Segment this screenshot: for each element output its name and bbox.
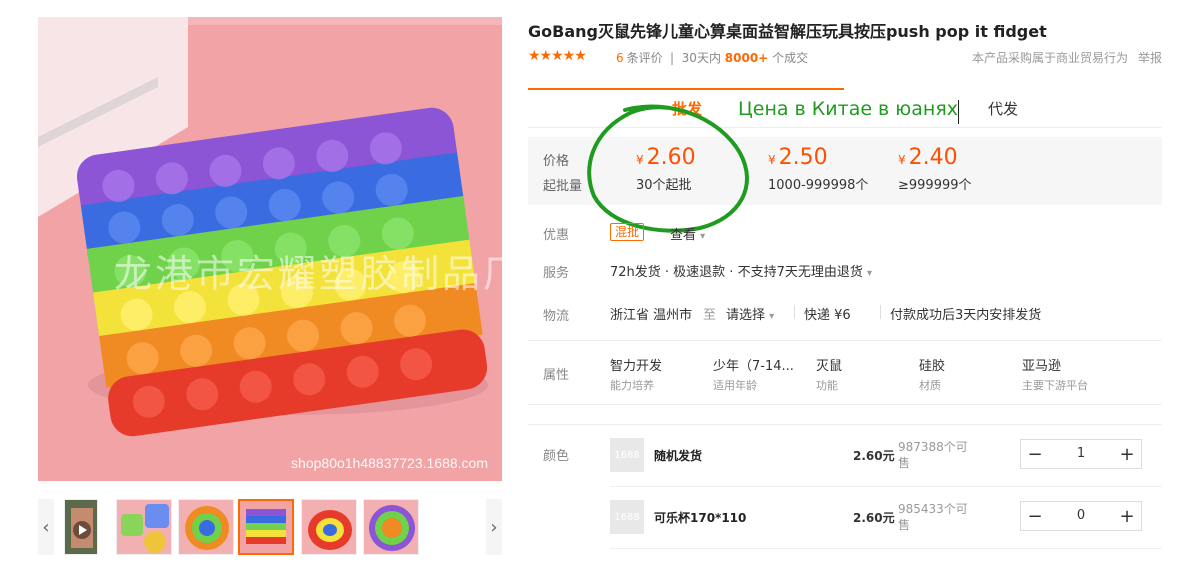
increase-button[interactable]: + xyxy=(1113,502,1141,530)
image-watermark: 龙港市宏耀塑胶制品厂 xyxy=(114,252,502,296)
shop-url-watermark: shop80o1h48837723.1688.com xyxy=(291,455,488,471)
ship-origin: 浙江省 温州市 xyxy=(610,308,693,323)
price-tier-2: ¥2.50 1000-999998个 xyxy=(768,145,869,193)
section-divider xyxy=(528,404,1162,405)
chevron-down-icon: ▾ xyxy=(769,311,775,322)
price-tier-3: ¥2.40 ≥999999个 xyxy=(898,145,972,193)
thumbnail-5[interactable] xyxy=(301,499,357,555)
mixed-batch-badge: 混批 xyxy=(610,223,645,241)
moq-label: 起批量 xyxy=(543,179,583,194)
attribute-item: 灭鼠 功能 xyxy=(816,359,843,392)
review-count[interactable]: 6 条评价 xyxy=(616,49,663,66)
price-label: 价格 xyxy=(543,154,570,169)
tier-price: 2.40 xyxy=(908,145,958,170)
sales-count: | 30天内 8000+ 个成交 xyxy=(670,51,809,65)
sku-stock: 987388个可售 xyxy=(898,440,968,470)
sku-name: 可乐杯170*110 xyxy=(654,511,747,525)
sku-divider xyxy=(610,548,1162,549)
divider xyxy=(880,305,881,319)
video-play-icon xyxy=(65,500,97,554)
active-tab-indicator xyxy=(528,88,844,90)
thumbnail-next-arrow[interactable]: › xyxy=(486,499,502,555)
decrease-button[interactable]: − xyxy=(1021,440,1049,468)
thumbnail-image xyxy=(117,500,171,554)
thumbnail-3[interactable] xyxy=(178,499,234,555)
tier-range: ≥999999个 xyxy=(898,178,972,193)
destination-select[interactable]: 请选择 ▾ xyxy=(726,304,774,323)
thumbnail-image xyxy=(302,500,356,554)
rating-row: ★★★★★ 6 条评价 | 30天内 8000+ 个成交 本产品采购属于商业贸易行… xyxy=(528,48,1162,66)
increase-button[interactable]: + xyxy=(1113,440,1141,468)
promo-label: 优惠 xyxy=(543,228,570,243)
sku-price: 2.60元 xyxy=(853,511,895,525)
sku-thumbnail: 1688 xyxy=(610,438,644,472)
tab-dropship[interactable]: 代发 xyxy=(988,98,1018,119)
trade-notice: 本产品采购属于商业贸易行为 xyxy=(972,51,1129,65)
thumbnail-2[interactable] xyxy=(116,499,172,555)
attribute-item: 智力开发 能力培养 xyxy=(610,359,663,392)
sku-stock: 985433个可售 xyxy=(898,502,968,532)
annotation-circle-icon xyxy=(587,104,749,233)
sku-thumbnail: 1688 xyxy=(610,500,644,534)
price-annotation-text: Цена в Китае в юанях xyxy=(738,98,959,120)
star-rating-icon: ★★★★★ xyxy=(528,48,587,64)
service-terms[interactable]: 72h发货 · 极速退款 · 不支持7天无理由退货 ▾ xyxy=(610,261,872,280)
thumbnail-image xyxy=(179,500,233,554)
chevron-down-icon: ▾ xyxy=(700,231,706,242)
thumbnail-prev-arrow[interactable]: ‹ xyxy=(38,499,54,555)
report-link[interactable]: 举报 xyxy=(1138,49,1162,66)
service-label: 服务 xyxy=(543,266,570,281)
tier-price: 2.50 xyxy=(778,145,828,170)
quantity-stepper: − 1 + xyxy=(1020,439,1142,469)
section-divider xyxy=(528,424,1162,425)
main-product-image[interactable]: 龙港市宏耀塑胶制品厂 shop80o1h48837723.1688.com xyxy=(38,17,502,481)
decrease-button[interactable]: − xyxy=(1021,502,1049,530)
section-divider xyxy=(528,340,1162,341)
promo-view-link[interactable]: 查看 ▾ xyxy=(670,224,705,243)
attributes-label: 属性 xyxy=(543,368,570,383)
thumbnail-4[interactable] xyxy=(238,499,294,555)
ship-to-label: 至 xyxy=(703,308,717,323)
shipping-fee: 快递 ¥6 xyxy=(804,308,851,323)
sku-row: 1688 可乐杯170*110 2.60元 985433个可售 − 0 + xyxy=(610,500,1162,550)
thumbnail-video[interactable] xyxy=(64,499,98,555)
tier-range: 1000-999998个 xyxy=(768,178,869,193)
attribute-item: 亚马逊 主要下游平台 xyxy=(1022,359,1088,392)
thumbnail-image xyxy=(364,500,418,554)
dispatch-time: 付款成功后3天内安排发货 xyxy=(890,308,1042,323)
chevron-down-icon: ▾ xyxy=(867,268,873,279)
attribute-item: 少年（7-14... 适用年龄 xyxy=(713,359,794,392)
logistics-label: 物流 xyxy=(543,309,570,324)
quantity-stepper: − 0 + xyxy=(1020,501,1142,531)
sku-price: 2.60元 xyxy=(853,449,895,463)
divider xyxy=(794,305,795,319)
sku-row: 1688 随机发货 2.60元 987388个可售 − 1 + xyxy=(610,438,1162,488)
sku-name: 随机发货 xyxy=(654,449,703,463)
product-title: GoBang灭鼠先锋儿童心算桌面益智解压玩具按压push pop it fidg… xyxy=(528,22,1047,41)
attribute-item: 硅胶 材质 xyxy=(919,359,946,392)
color-label: 颜色 xyxy=(543,449,570,464)
thumbnail-strip: ‹ › xyxy=(38,497,502,557)
quantity-input[interactable]: 0 xyxy=(1049,508,1113,523)
text-cursor xyxy=(958,100,959,124)
sku-divider xyxy=(610,486,1162,487)
quantity-input[interactable]: 1 xyxy=(1049,446,1113,461)
thumbnail-image xyxy=(240,501,292,553)
thumbnail-6[interactable] xyxy=(363,499,419,555)
